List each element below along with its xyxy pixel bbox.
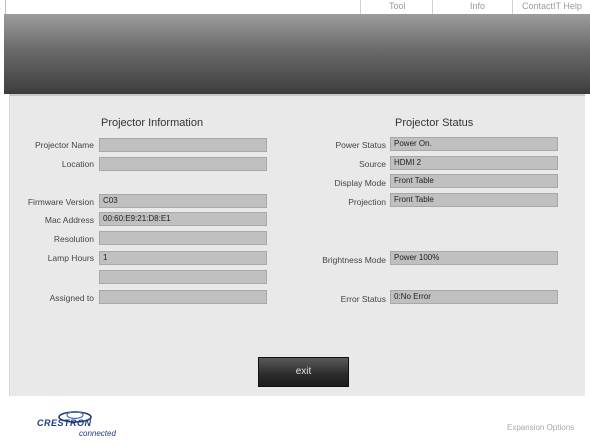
firmware-version-label: Firmware Version bbox=[27, 197, 94, 207]
nav-divider bbox=[512, 0, 513, 14]
crestron-logo: CRESTRON connected bbox=[35, 410, 125, 442]
expansion-options-link[interactable]: Expansion Options bbox=[507, 423, 574, 432]
brightness-mode-field: Power 100% bbox=[390, 251, 558, 265]
lamp-hours-extra-field bbox=[99, 270, 267, 284]
location-label: Location bbox=[61, 159, 94, 169]
projector-name-field[interactable] bbox=[99, 138, 267, 152]
assigned-to-field[interactable] bbox=[99, 290, 267, 304]
header-banner bbox=[4, 14, 590, 94]
source-field: HDMI 2 bbox=[390, 156, 558, 170]
nav-tool-link[interactable]: Tool bbox=[389, 0, 406, 14]
brightness-mode-label: Brightness Mode bbox=[322, 255, 386, 265]
mac-address-field: 00:60:E9:21:D8:E1 bbox=[99, 212, 267, 226]
display-mode-field: Front Table bbox=[390, 174, 558, 188]
exit-button[interactable]: exit bbox=[258, 357, 349, 387]
projector-status-title: Projector Status bbox=[395, 117, 474, 129]
location-field[interactable] bbox=[99, 157, 267, 171]
top-nav-bar: Tool Info ContactIT Help bbox=[0, 0, 590, 14]
resolution-label: Resolution bbox=[53, 234, 94, 244]
projection-label: Projection bbox=[348, 197, 386, 207]
lamp-hours-label: Lamp Hours bbox=[47, 253, 94, 263]
power-status-label: Power Status bbox=[335, 140, 386, 150]
error-status-label: Error Status bbox=[340, 294, 386, 304]
display-mode-label: Display Mode bbox=[334, 178, 387, 188]
projection-field: Front Table bbox=[390, 193, 558, 207]
logo-sub-text: connected bbox=[79, 429, 116, 438]
firmware-version-field: C03 bbox=[99, 194, 267, 208]
logo-brand-text: CRESTRON bbox=[37, 418, 92, 428]
assigned-to-label: Assigned to bbox=[49, 293, 94, 303]
projector-information-title: Projector Information bbox=[101, 117, 204, 129]
nav-divider bbox=[5, 0, 6, 14]
nav-contact-link[interactable]: ContactIT Help bbox=[522, 0, 590, 14]
nav-divider bbox=[360, 0, 361, 14]
projector-name-label: Projector Name bbox=[34, 140, 94, 150]
resolution-field bbox=[99, 231, 267, 245]
lamp-hours-field: 1 bbox=[99, 251, 267, 265]
nav-divider bbox=[432, 0, 433, 14]
source-label: Source bbox=[359, 159, 386, 169]
power-status-field: Power On. bbox=[390, 137, 558, 151]
mac-address-label: Mac Address bbox=[44, 215, 94, 225]
nav-info-link[interactable]: Info bbox=[470, 0, 485, 14]
error-status-field: 0:No Error bbox=[390, 290, 558, 304]
